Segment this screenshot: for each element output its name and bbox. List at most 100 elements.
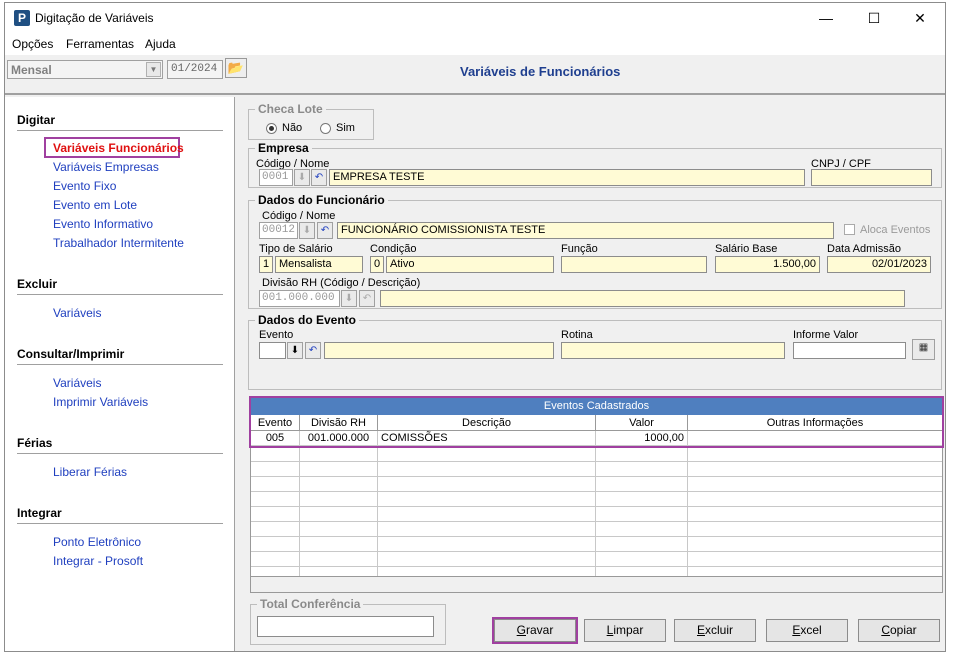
evento-title: Dados do Evento (255, 313, 360, 327)
gravar-highlight (492, 617, 578, 644)
menu-ajuda[interactable]: Ajuda (145, 37, 176, 51)
maximize-button[interactable]: ☐ (851, 3, 897, 33)
download-icon[interactable]: ⬇ (294, 169, 310, 186)
excluir-label: xcluir (705, 623, 734, 637)
tipo-salario-code[interactable]: 1 (259, 256, 273, 273)
undo-icon[interactable]: ↶ (359, 290, 375, 307)
divider (17, 453, 223, 454)
cnpj-field[interactable] (811, 169, 932, 186)
sidebar-item-consultar-variaveis[interactable]: Variáveis (53, 376, 101, 390)
copiar-button[interactable]: Copiar (858, 619, 940, 642)
eventos-grid: Eventos Cadastrados Evento Divisão RH De… (249, 396, 944, 593)
empty-rows (251, 447, 942, 592)
funcao-label: Função (561, 243, 598, 255)
section-integrar: Integrar (17, 506, 62, 520)
page-title: Variáveis de Funcionários (460, 64, 621, 79)
evento-code-input[interactable] (259, 342, 286, 359)
informe-valor-input[interactable] (793, 342, 906, 359)
empresa-group: Empresa Código / Nome 0001 ⬇ ↶ EMPRESA T… (248, 141, 942, 188)
radio-sim-label: Sim (336, 122, 355, 134)
copiar-label: opiar (889, 623, 917, 637)
menu-opcoes[interactable]: Opções (12, 37, 53, 51)
divider (17, 364, 223, 365)
download-icon[interactable]: ⬇ (299, 222, 315, 239)
sidebar-item-excluir-variaveis[interactable]: Variáveis (53, 306, 101, 320)
limpar-label: impar (613, 623, 644, 637)
menu-bar: Opções Ferramentas Ajuda (5, 33, 945, 55)
evento-group: Dados do Evento Evento ⬇ ↶ Rotina Inform… (248, 313, 942, 390)
chevron-down-icon[interactable]: ▼ (146, 62, 161, 77)
sidebar-item-integrar-prosoft[interactable]: Integrar - Prosoft (53, 554, 143, 568)
rotina-label: Rotina (561, 329, 593, 341)
rotina-field[interactable] (561, 342, 785, 359)
total-group: Total Conferência (250, 597, 446, 645)
app-window: P Digitação de Variáveis — ☐ ✕ Opções Fe… (4, 2, 946, 652)
section-ferias: Férias (17, 436, 53, 450)
excluir-button[interactable]: Excluir (674, 619, 756, 642)
tipo-salario-label: Tipo de Salário (259, 243, 333, 255)
funcionario-name-field[interactable]: FUNCIONÁRIO COMISSIONISTA TESTE (337, 222, 834, 239)
radio-nao-label: Não (282, 122, 303, 134)
salario-base-label: Salário Base (715, 243, 778, 255)
menu-ferramentas[interactable]: Ferramentas (66, 37, 134, 51)
section-excluir: Excluir (17, 277, 58, 291)
folder-icon: 📂 (227, 60, 245, 75)
sidebar-item-evento-informativo[interactable]: Evento Informativo (53, 217, 153, 231)
salario-base-field[interactable]: 1.500,00 (715, 256, 820, 273)
tipo-salario-field[interactable]: Mensalista (275, 256, 363, 273)
sidebar-item-evento-lote[interactable]: Evento em Lote (53, 198, 137, 212)
calculator-icon[interactable]: ▦ (912, 339, 935, 360)
condicao-code[interactable]: 0 (370, 256, 384, 273)
checa-lote-title: Checa Lote (255, 102, 326, 116)
period-type-select[interactable]: Mensal ▼ (7, 60, 163, 79)
funcao-field[interactable] (561, 256, 707, 273)
empresa-name-field[interactable]: EMPRESA TESTE (329, 169, 805, 186)
divisao-label: Divisão RH (Código / Descrição) (262, 277, 421, 289)
sidebar-item-imprimir-variaveis[interactable]: Imprimir Variáveis (53, 395, 148, 409)
excel-button[interactable]: Excel (766, 619, 848, 642)
undo-icon[interactable]: ↶ (311, 169, 327, 186)
divider (17, 523, 223, 524)
window-title: Digitação de Variáveis (35, 11, 154, 25)
copiar-key: C (881, 623, 890, 637)
sidebar-item-liberar-ferias[interactable]: Liberar Férias (53, 465, 127, 479)
limpar-button[interactable]: Limpar (584, 619, 666, 642)
period-input[interactable]: 01/2024 (167, 60, 223, 79)
main-panel: Checa Lote Não Sim Empresa Código / Nome… (237, 97, 945, 651)
section-consultar: Consultar/Imprimir (17, 347, 125, 361)
sidebar-item-ponto-eletronico[interactable]: Ponto Eletrônico (53, 535, 141, 549)
total-title: Total Conferência (257, 597, 364, 611)
data-admissao-field[interactable]: 02/01/2023 (827, 256, 931, 273)
funcionario-code-label: Código / Nome (262, 210, 336, 222)
aloca-eventos-checkbox[interactable] (844, 224, 855, 235)
download-icon[interactable]: ⬇ (287, 342, 303, 359)
sidebar-item-variaveis-funcionarios[interactable]: Variáveis Funcionários (53, 141, 184, 155)
undo-icon[interactable]: ↶ (305, 342, 321, 359)
divisao-field[interactable] (380, 290, 905, 307)
close-button[interactable]: ✕ (897, 3, 943, 33)
sidebar-item-evento-fixo[interactable]: Evento Fixo (53, 179, 116, 193)
evento-label: Evento (259, 329, 294, 341)
funcionario-code-input[interactable]: 00012 (259, 222, 298, 239)
divider (17, 130, 223, 131)
minimize-button[interactable]: — (803, 3, 849, 33)
sidebar-item-variaveis-empresas[interactable]: Variáveis Empresas (53, 160, 159, 174)
open-folder-button[interactable]: 📂 (225, 58, 247, 78)
title-bar: P Digitação de Variáveis — ☐ ✕ (5, 3, 945, 33)
radio-sim[interactable] (320, 123, 331, 134)
evento-desc-field[interactable] (324, 342, 554, 359)
empresa-title: Empresa (255, 141, 312, 155)
sidebar-item-trabalhador-intermitente[interactable]: Trabalhador Intermitente (53, 236, 184, 250)
funcionario-group: Dados do Funcionário Código / Nome 00012… (248, 193, 942, 309)
divisao-code-input[interactable]: 001.000.000 (259, 290, 340, 307)
download-icon[interactable]: ⬇ (341, 290, 357, 307)
undo-icon[interactable]: ↶ (317, 222, 333, 239)
sidebar: Digitar Variáveis Funcionários Variáveis… (5, 97, 235, 651)
condicao-field[interactable]: Ativo (386, 256, 554, 273)
total-field[interactable] (257, 616, 434, 637)
period-type-value: Mensal (11, 63, 52, 77)
radio-nao[interactable] (266, 123, 277, 134)
excel-label: xcel (800, 623, 822, 637)
checa-lote-group: Checa Lote Não Sim (248, 102, 374, 140)
empresa-code-input[interactable]: 0001 (259, 169, 293, 186)
